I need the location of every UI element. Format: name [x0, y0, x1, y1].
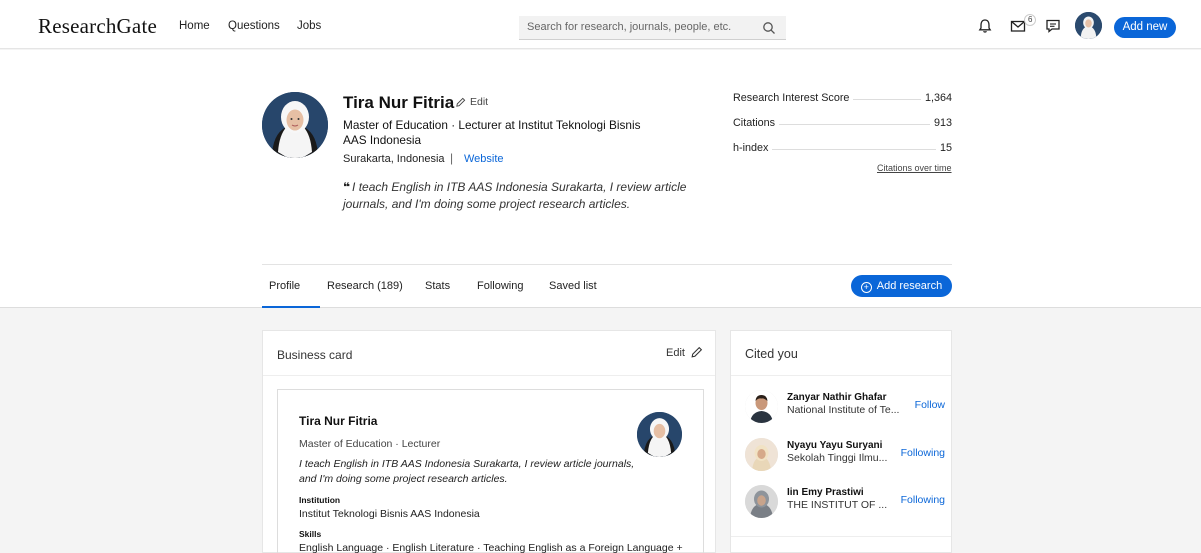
- tabs-divider: [262, 264, 952, 265]
- following-button[interactable]: Following: [901, 447, 945, 459]
- person-name[interactable]: Iin Emy Prastiwi: [787, 487, 864, 498]
- follow-button[interactable]: Follow: [915, 399, 945, 411]
- list-item: Zanyar Nathir Ghafar National Institute …: [745, 390, 945, 426]
- tab-stats[interactable]: Stats: [425, 280, 450, 292]
- person-institution: National Institute of Te...: [787, 404, 900, 416]
- person-name[interactable]: Zanyar Nathir Ghafar: [787, 392, 886, 403]
- tab-profile[interactable]: Profile: [269, 280, 300, 292]
- person-institution: THE INSTITUT OF ...: [787, 499, 888, 511]
- divider: [263, 375, 715, 376]
- stat-h-index[interactable]: h-index 15: [733, 142, 952, 156]
- website-link[interactable]: Website: [464, 153, 504, 165]
- person-name[interactable]: Nyayu Yayu Suryani: [787, 440, 882, 451]
- stat-label: Research Interest Score: [733, 92, 854, 104]
- edit-profile-button[interactable]: Edit: [455, 96, 488, 108]
- add-new-button[interactable]: Add new: [1114, 17, 1176, 38]
- tab-saved-list[interactable]: Saved list: [549, 280, 597, 292]
- profile-header: Tira Nur Fitria Edit Master of Education…: [0, 50, 1201, 308]
- profile-name: Tira Nur Fitria: [343, 93, 455, 112]
- business-card-avatar: [637, 412, 682, 457]
- cited-you-panel: Cited you Zanyar Nathir Ghafar National …: [730, 330, 952, 553]
- stat-citations[interactable]: Citations 913: [733, 117, 952, 131]
- search-input[interactable]: [527, 21, 747, 33]
- top-navigation: ResearchGate Home Questions Jobs 6 Add n…: [0, 0, 1201, 49]
- following-button[interactable]: Following: [901, 494, 945, 506]
- profile-bio: ❝ I teach English in ITB AAS Indonesia Su…: [343, 179, 703, 212]
- business-card-title: Business card: [277, 348, 353, 362]
- stat-value: 913: [929, 117, 952, 129]
- edit-label: Edit: [470, 96, 489, 108]
- person-institution: Sekolah Tinggi Ilmu...: [787, 452, 888, 464]
- profile-location: Surakarta, Indonesia: [343, 153, 445, 165]
- researchgate-logo[interactable]: ResearchGate: [38, 14, 157, 39]
- stat-value: 1,364: [920, 92, 952, 104]
- profile-bio-text: I teach English in ITB AAS Indonesia Sur…: [343, 180, 687, 211]
- profile-avatar[interactable]: [262, 92, 328, 158]
- stat-value: 15: [935, 142, 952, 154]
- person-avatar[interactable]: [745, 485, 778, 518]
- nav-home[interactable]: Home: [179, 20, 210, 32]
- divider: [731, 536, 951, 537]
- search-icon[interactable]: [762, 21, 776, 35]
- profile-headline: Master of Education · Lecturer at Instit…: [343, 118, 641, 147]
- skills-value: English Language · English Literature · …: [299, 542, 683, 553]
- notifications-bell-icon[interactable]: [976, 17, 994, 35]
- active-tab-indicator: [262, 306, 320, 308]
- add-research-button[interactable]: + Add research: [851, 275, 952, 297]
- skills-label: Skills: [299, 529, 322, 539]
- plus-circle-icon: +: [860, 282, 872, 293]
- business-card-bio: I teach English in ITB AAS Indonesia Sur…: [299, 458, 635, 485]
- business-card-name: Tira Nur Fitria: [299, 414, 378, 428]
- messages-count-badge: 6: [1024, 14, 1037, 26]
- edit-label: Edit: [666, 346, 685, 359]
- pencil-icon: [456, 97, 466, 107]
- institution-value: Institut Teknologi Bisnis AAS Indonesia: [299, 508, 480, 520]
- divider: [731, 375, 951, 376]
- person-avatar[interactable]: [745, 438, 778, 471]
- user-avatar[interactable]: [1075, 12, 1102, 39]
- institution-label: Institution: [299, 495, 341, 505]
- edit-business-card-button[interactable]: Edit: [666, 346, 703, 359]
- pencil-icon: [691, 346, 703, 358]
- nav-jobs[interactable]: Jobs: [297, 20, 321, 32]
- stat-label: h-index: [733, 142, 773, 154]
- list-item: Iin Emy Prastiwi THE INSTITUT OF ... Fol…: [745, 485, 945, 521]
- citations-over-time-link[interactable]: Citations over time: [877, 163, 952, 173]
- tab-research[interactable]: Research (189): [327, 280, 403, 292]
- business-card-position: Master of Education · Lecturer: [299, 438, 441, 450]
- chat-icon[interactable]: [1044, 17, 1062, 35]
- stat-research-interest-score[interactable]: Research Interest Score 1,364: [733, 92, 952, 106]
- search-bar: [519, 16, 786, 40]
- business-card-panel: Business card Edit Tira Nur Fitria Maste…: [262, 330, 716, 553]
- tab-following[interactable]: Following: [477, 280, 523, 292]
- add-research-label: Add research: [876, 280, 943, 292]
- person-avatar[interactable]: [745, 390, 778, 423]
- list-item: Nyayu Yayu Suryani Sekolah Tinggi Ilmu..…: [745, 438, 945, 474]
- stat-label: Citations: [733, 117, 780, 129]
- nav-questions[interactable]: Questions: [228, 20, 280, 32]
- business-card: Tira Nur Fitria Master of Education · Le…: [277, 389, 704, 553]
- quote-icon: ❝: [343, 180, 351, 194]
- separator: |: [450, 151, 454, 165]
- cited-you-title: Cited you: [745, 347, 798, 361]
